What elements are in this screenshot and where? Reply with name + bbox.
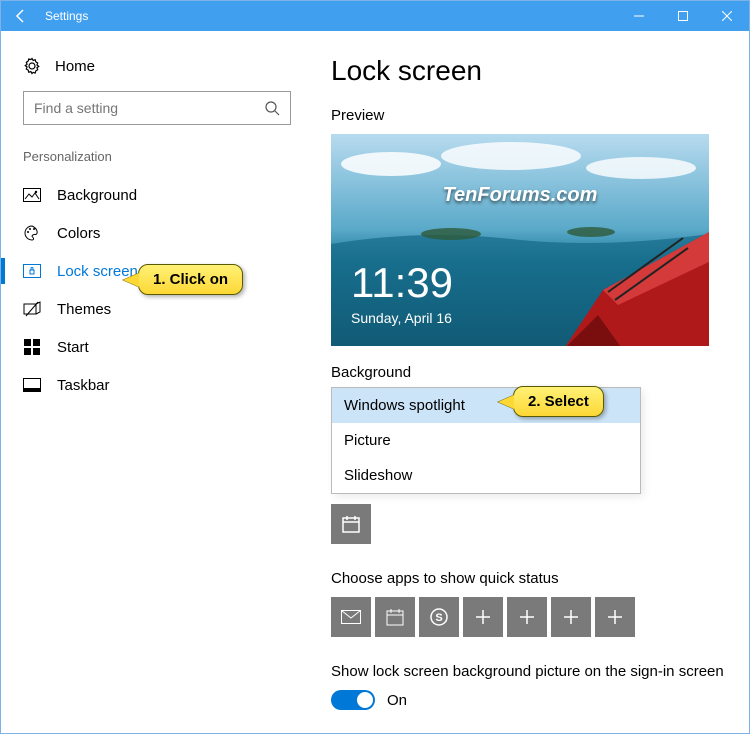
sidebar-item-label: Themes (57, 301, 111, 318)
dropdown-option-slideshow[interactable]: Slideshow (332, 458, 640, 493)
sidebar-item-background[interactable]: Background (1, 176, 313, 214)
themes-icon (23, 300, 41, 318)
sidebar: Home Personalization Background Colors (1, 31, 313, 733)
skype-icon: S (429, 607, 449, 627)
close-button[interactable] (705, 1, 749, 31)
lock-screen-icon (23, 262, 41, 280)
search-box[interactable] (23, 91, 291, 125)
start-icon (23, 338, 41, 356)
plus-icon (607, 609, 623, 625)
page-title: Lock screen (331, 55, 725, 87)
toggle-state-label: On (387, 692, 407, 709)
lock-screen-preview[interactable]: TenForums.com 11:39 Sunday, April 16 (331, 134, 709, 346)
quick-status-calendar-tile[interactable] (375, 597, 415, 637)
plus-icon (519, 609, 535, 625)
home-label: Home (55, 58, 95, 75)
mail-icon (341, 610, 361, 624)
sidebar-item-taskbar[interactable]: Taskbar (1, 366, 313, 404)
plus-icon (563, 609, 579, 625)
picture-icon (23, 186, 41, 204)
background-label: Background (331, 364, 725, 381)
calendar-icon (341, 514, 361, 534)
detailed-status-app-tile[interactable] (331, 504, 371, 544)
quick-status-add-tile[interactable] (463, 597, 503, 637)
callout-click-on: 1. Click on (123, 264, 243, 295)
dropdown-option-picture[interactable]: Picture (332, 423, 640, 458)
callout-select: 2. Select (498, 386, 604, 417)
sidebar-item-start[interactable]: Start (1, 328, 313, 366)
quick-status-label: Choose apps to show quick status (331, 570, 725, 587)
taskbar-icon (23, 376, 41, 394)
signin-picture-toggle[interactable] (331, 690, 375, 710)
search-input[interactable] (34, 100, 264, 116)
back-button[interactable] (1, 1, 41, 31)
search-icon (264, 100, 280, 116)
svg-text:S: S (435, 612, 442, 624)
preview-label: Preview (331, 107, 725, 124)
quick-status-add-tile[interactable] (507, 597, 547, 637)
sidebar-item-colors[interactable]: Colors (1, 214, 313, 252)
sidebar-item-themes[interactable]: Themes (1, 290, 313, 328)
quick-status-skype-tile[interactable]: S (419, 597, 459, 637)
callout-text: 1. Click on (138, 264, 243, 295)
gear-icon (23, 57, 41, 75)
preview-time: 11:39 (351, 262, 453, 304)
maximize-button[interactable] (661, 1, 705, 31)
preview-date: Sunday, April 16 (351, 310, 453, 326)
sidebar-item-label: Start (57, 339, 89, 356)
calendar-icon (386, 608, 404, 626)
quick-status-add-tile[interactable] (595, 597, 635, 637)
quick-status-add-tile[interactable] (551, 597, 591, 637)
window-title: Settings (41, 9, 617, 23)
palette-icon (23, 224, 41, 242)
signin-toggle-label: Show lock screen background picture on t… (331, 663, 725, 680)
plus-icon (475, 609, 491, 625)
titlebar: Settings (1, 1, 749, 31)
sidebar-item-label: Background (57, 187, 137, 204)
callout-text: 2. Select (513, 386, 604, 417)
sidebar-item-label: Taskbar (57, 377, 110, 394)
main-content: Lock screen Preview (313, 31, 749, 733)
home-button[interactable]: Home (1, 51, 313, 91)
sidebar-item-label: Colors (57, 225, 100, 242)
airplane-wing (563, 230, 709, 346)
minimize-button[interactable] (617, 1, 661, 31)
sidebar-section-label: Personalization (1, 143, 313, 176)
quick-status-mail-tile[interactable] (331, 597, 371, 637)
watermark-text: TenForums.com (331, 184, 709, 207)
